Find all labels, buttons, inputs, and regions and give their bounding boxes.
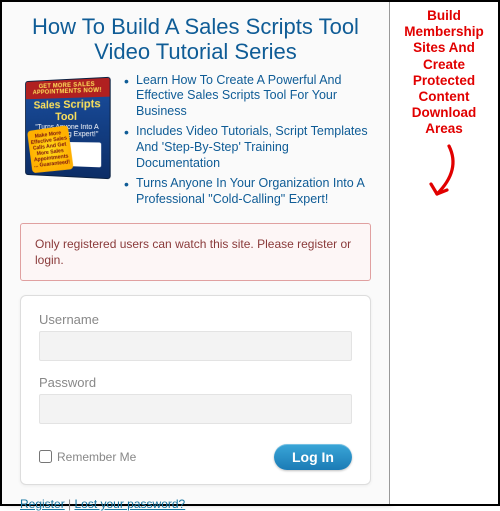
login-button[interactable]: Log In bbox=[274, 444, 352, 470]
register-link[interactable]: Register bbox=[20, 497, 65, 511]
bullet-item: Learn How To Create A Powerful And Effec… bbox=[124, 73, 371, 120]
password-input[interactable] bbox=[39, 394, 352, 424]
link-separator: | bbox=[65, 497, 75, 511]
login-footer: Remember Me Log In bbox=[39, 444, 352, 470]
main-panel: How To Build A Sales Scripts Tool Video … bbox=[2, 2, 390, 504]
feature-bullets: Learn How To Create A Powerful And Effec… bbox=[124, 73, 371, 213]
login-form: Username Password Remember Me Log In bbox=[20, 295, 371, 485]
arrow-icon bbox=[419, 140, 469, 210]
username-input[interactable] bbox=[39, 331, 352, 361]
hero-row: GET MORE SALES APPOINTMENTS NOW! Sales S… bbox=[20, 73, 371, 213]
product-title: Sales Scripts Tool bbox=[26, 96, 110, 123]
annotation-text: Build Membership Sites And Create Protec… bbox=[394, 8, 494, 138]
remember-me[interactable]: Remember Me bbox=[39, 450, 136, 464]
auth-links: Register | Lost your password? bbox=[20, 497, 371, 511]
remember-label: Remember Me bbox=[57, 450, 136, 464]
product-burst: Make More Effective Sales Calls And Get … bbox=[27, 125, 74, 173]
bullet-item: Turns Anyone In Your Organization Into A… bbox=[124, 176, 371, 207]
access-warning: Only registered users can watch this sit… bbox=[20, 223, 371, 281]
product-banner: GET MORE SALES APPOINTMENTS NOW! bbox=[26, 77, 110, 98]
annotation-panel: Build Membership Sites And Create Protec… bbox=[390, 2, 498, 504]
frame: How To Build A Sales Scripts Tool Video … bbox=[0, 0, 500, 506]
product-box-image: GET MORE SALES APPOINTMENTS NOW! Sales S… bbox=[20, 73, 116, 183]
remember-checkbox[interactable] bbox=[39, 450, 52, 463]
username-label: Username bbox=[39, 312, 352, 327]
lost-password-link[interactable]: Lost your password? bbox=[74, 497, 185, 511]
password-label: Password bbox=[39, 375, 352, 390]
page-headline: How To Build A Sales Scripts Tool Video … bbox=[20, 14, 371, 65]
bullet-item: Includes Video Tutorials, Script Templat… bbox=[124, 124, 371, 171]
